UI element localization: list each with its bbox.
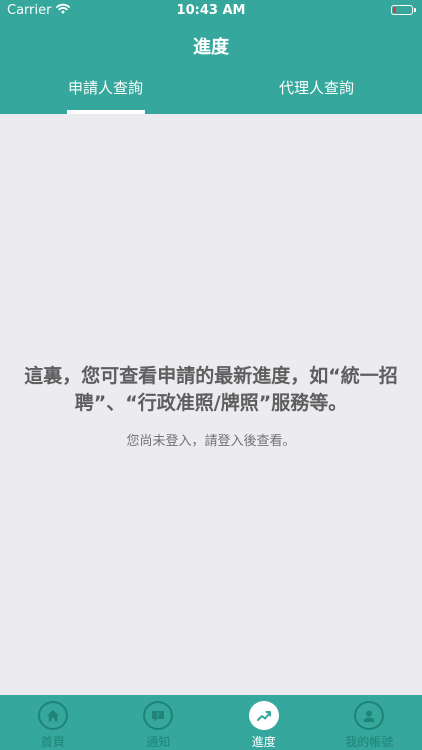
bottom-tab-bar: 首頁 通知 進度 我的帳號: [0, 695, 422, 750]
tabbar-item-notifications[interactable]: 通知: [106, 695, 212, 750]
tabbar-item-progress[interactable]: 進度: [211, 695, 317, 750]
tabbar-label: 首頁: [40, 735, 65, 749]
tabbar-item-account[interactable]: 我的帳號: [317, 695, 422, 750]
status-bar: Carrier 10:43 AM: [0, 0, 422, 22]
tabbar-label: 通知: [146, 735, 171, 749]
tabbar-label: 進度: [251, 735, 276, 749]
login-prompt: 您尚未登入，請登入後查看。: [126, 434, 296, 449]
header: Carrier 10:43 AM 進度 申請人查詢 代理人查詢: [0, 0, 422, 114]
notification-icon: [143, 701, 174, 730]
tab-label: 申請人查詢: [67, 79, 143, 97]
clock: 10:43 AM: [176, 3, 246, 18]
progress-icon: [248, 701, 279, 730]
battery-icon: [391, 5, 416, 15]
battery-cap: [414, 8, 416, 12]
account-icon: [354, 701, 385, 730]
tab-agent-query[interactable]: 代理人查詢: [211, 68, 422, 114]
info-message: 這裏，您可查看申請的最新進度，如“統一招聘”、“行政准照/牌照”服務等。: [24, 365, 398, 414]
battery-level: [393, 7, 396, 13]
segment-tabs: 申請人查詢 代理人查詢: [0, 68, 422, 114]
tab-label: 代理人查詢: [278, 79, 354, 97]
page-title: 進度: [193, 37, 229, 58]
tab-applicant-query[interactable]: 申請人查詢: [0, 68, 211, 114]
tabbar-item-home[interactable]: 首頁: [0, 695, 106, 750]
home-icon: [37, 701, 68, 730]
content-area: 這裏，您可查看申請的最新進度，如“統一招聘”、“行政准照/牌照”服務等。 您尚未…: [0, 114, 422, 695]
tabbar-label: 我的帳號: [345, 735, 394, 749]
